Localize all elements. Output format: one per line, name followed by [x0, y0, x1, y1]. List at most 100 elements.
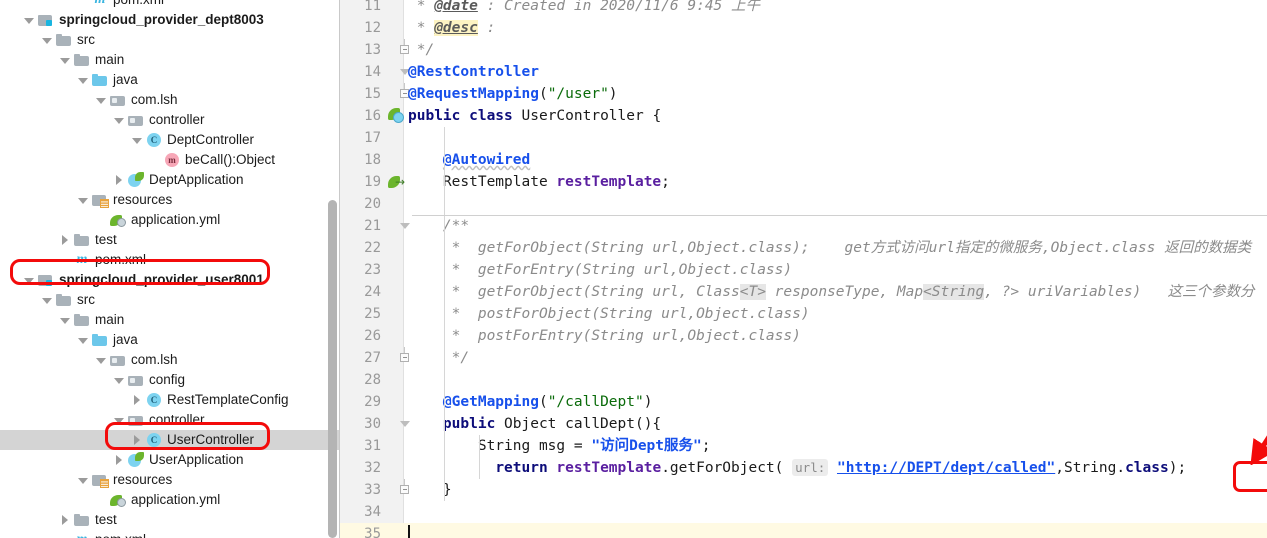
tree-item-deptcontroller[interactable]: DeptController	[0, 130, 340, 150]
chevron-down-icon[interactable]	[42, 295, 53, 306]
code-line-35[interactable]: 35	[340, 523, 1267, 538]
code-line-24[interactable]: 24 * getForObject(String url, Class<T> r…	[340, 281, 1267, 303]
tree-item-pom-xml[interactable]: pom.xml	[0, 250, 340, 270]
code-text: * getForObject(String url,Object.class);…	[408, 237, 1251, 259]
tree-item-resttemplateconfig[interactable]: RestTemplateConfig	[0, 390, 340, 410]
chevron-down-icon[interactable]	[78, 195, 89, 206]
chevron-right-icon[interactable]	[132, 394, 143, 406]
tree-item-springcloud-provider-user8001[interactable]: springcloud_provider_user8001	[0, 270, 340, 290]
code-line-29[interactable]: 29 @GetMapping("/callDept")	[340, 391, 1267, 413]
tree-item-java[interactable]: java	[0, 70, 340, 90]
tree-item-controller[interactable]: controller	[0, 110, 340, 130]
tree-item-usercontroller[interactable]: UserController	[0, 430, 340, 450]
code-token: */	[408, 350, 470, 366]
code-line-23[interactable]: 23 * getForEntry(String url,Object.class…	[340, 259, 1267, 281]
tree-item-resources[interactable]: resources	[0, 190, 340, 210]
tree-item-deptapplication[interactable]: DeptApplication	[0, 170, 340, 190]
tree-item-main[interactable]: main	[0, 310, 340, 330]
line-number: 16	[364, 108, 381, 124]
package-icon	[128, 412, 144, 428]
chevron-down-icon[interactable]	[78, 335, 89, 346]
code-token: return	[495, 460, 557, 476]
line-number: 33	[364, 482, 381, 498]
code-line-33[interactable]: 33 }	[340, 479, 1267, 501]
code-text: return restTemplate.getForObject( url: "…	[408, 457, 1186, 479]
code-line-19[interactable]: 19 RestTemplate restTemplate;	[340, 171, 1267, 193]
code-line-25[interactable]: 25 * postForObject(String url,Object.cla…	[340, 303, 1267, 325]
code-line-32[interactable]: 32 return restTemplate.getForObject( url…	[340, 457, 1267, 479]
code-line-12[interactable]: 12 * @desc :	[340, 17, 1267, 39]
tree-item-pom-xml[interactable]: pom.xml	[0, 530, 340, 538]
code-line-16[interactable]: 16 public class UserController {	[340, 105, 1267, 127]
code-line-18[interactable]: 18 @Autowired	[340, 149, 1267, 171]
tree-item-label: controller	[149, 412, 205, 427]
code-line-13[interactable]: 13 */	[340, 39, 1267, 61]
tree-item-src[interactable]: src	[0, 290, 340, 310]
chevron-right-icon[interactable]	[132, 434, 143, 446]
tree-item-userapplication[interactable]: UserApplication	[0, 450, 340, 470]
no-chevron	[78, 0, 89, 6]
chevron-down-icon[interactable]	[114, 115, 125, 126]
code-line-22[interactable]: 22 * getForObject(String url,Object.clas…	[340, 237, 1267, 259]
chevron-down-icon[interactable]	[96, 355, 107, 366]
code-token: *	[408, 20, 435, 36]
code-token: UserController {	[521, 108, 662, 124]
navigate-icon[interactable]	[388, 173, 405, 191]
code-line-17[interactable]: 17	[340, 127, 1267, 149]
chevron-down-icon[interactable]	[78, 475, 89, 486]
tree-item-test[interactable]: test	[0, 510, 340, 530]
chevron-right-icon[interactable]	[60, 514, 71, 526]
spring-yml-icon	[110, 492, 126, 508]
chevron-down-icon[interactable]	[114, 375, 125, 386]
tree-item-config[interactable]: config	[0, 370, 340, 390]
spring-bean-icon[interactable]	[388, 108, 404, 124]
code-line-15[interactable]: 15 @RequestMapping("/user")	[340, 83, 1267, 105]
line-number: 25	[364, 306, 381, 322]
tree-item-com-lsh[interactable]: com.lsh	[0, 350, 340, 370]
tree-item-controller[interactable]: controller	[0, 410, 340, 430]
code-line-11[interactable]: 11 * @date : Created in 2020/11/6 9:45 上…	[340, 0, 1267, 17]
tree-vertical-scrollbar[interactable]	[328, 200, 337, 538]
code-line-28[interactable]: 28	[340, 369, 1267, 391]
chevron-down-icon[interactable]	[96, 95, 107, 106]
indent-guide	[444, 413, 445, 435]
tree-item-springcloud-provider-dept8003[interactable]: springcloud_provider_dept8003	[0, 10, 340, 30]
chevron-down-icon[interactable]	[24, 15, 35, 26]
tree-item-test[interactable]: test	[0, 230, 340, 250]
tree-item-label: springcloud_provider_user8001	[59, 272, 264, 287]
code-editor[interactable]: 11 * @date : Created in 2020/11/6 9:45 上…	[340, 0, 1267, 538]
chevron-down-icon[interactable]	[114, 415, 125, 426]
tree-item-label: resources	[113, 472, 173, 487]
tree-item-becall-object[interactable]: beCall():Object	[0, 150, 340, 170]
chevron-down-icon[interactable]	[42, 35, 53, 46]
chevron-right-icon[interactable]	[114, 174, 125, 186]
code-line-30[interactable]: 30 public Object callDept(){	[340, 413, 1267, 435]
tree-item-com-lsh[interactable]: com.lsh	[0, 90, 340, 110]
package-icon	[128, 372, 144, 388]
module-icon	[38, 12, 54, 28]
code-line-20[interactable]: 20	[340, 193, 1267, 215]
code-line-14[interactable]: 14 @RestController	[340, 61, 1267, 83]
chevron-right-icon[interactable]	[114, 454, 125, 466]
code-line-31[interactable]: 31 String msg = "访问Dept服务";	[340, 435, 1267, 457]
code-line-34[interactable]: 34	[340, 501, 1267, 523]
tree-item-application-yml[interactable]: application.yml	[0, 210, 340, 230]
code-line-27[interactable]: 27 */	[340, 347, 1267, 369]
chevron-down-icon[interactable]	[132, 135, 143, 146]
tree-item-application-yml[interactable]: application.yml	[0, 490, 340, 510]
chevron-right-icon[interactable]	[60, 234, 71, 246]
chevron-down-icon[interactable]	[78, 75, 89, 86]
chevron-down-icon[interactable]	[24, 275, 35, 286]
url-string-literal[interactable]: "http://DEPT/dept/called"	[837, 460, 1055, 476]
tree-item-src[interactable]: src	[0, 30, 340, 50]
code-line-21[interactable]: 21 /**	[340, 215, 1267, 237]
tree-item-java[interactable]: java	[0, 330, 340, 350]
tree-item-resources[interactable]: resources	[0, 470, 340, 490]
tree-item-main[interactable]: main	[0, 50, 340, 70]
code-line-26[interactable]: 26 * postForEntry(String url,Object.clas…	[340, 325, 1267, 347]
chevron-down-icon[interactable]	[60, 55, 71, 66]
line-number: 21	[364, 218, 381, 234]
tree-item-pom-xml[interactable]: pom.xml	[0, 0, 340, 10]
chevron-down-icon[interactable]	[60, 315, 71, 326]
project-tool-window[interactable]: pom.xmlspringcloud_provider_dept8003srcm…	[0, 0, 340, 538]
